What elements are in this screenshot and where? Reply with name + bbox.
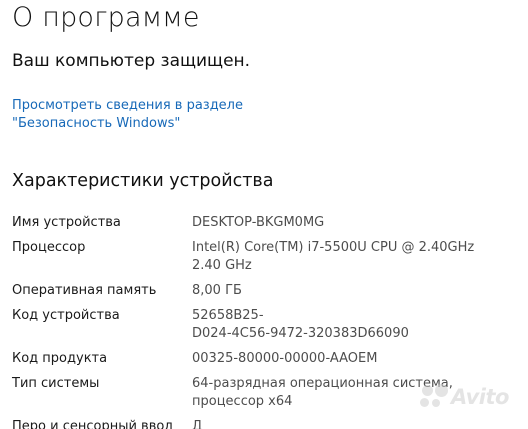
spec-row-product-id: Код продукта 00325-80000-00000-AAOEM bbox=[12, 350, 528, 368]
spec-row-device-name: Имя устройства DESKTOP-BKGM0MG bbox=[12, 214, 528, 232]
windows-security-link[interactable]: Просмотреть сведения в разделе "Безопасн… bbox=[12, 97, 342, 133]
spec-label: Код устройства bbox=[12, 308, 120, 323]
spec-label: Тип системы bbox=[12, 376, 100, 391]
spec-value: 00325-80000-00000-AAOEM bbox=[192, 351, 378, 366]
spec-row-processor: Процессор Intel(R) Core(TM) i7-5500U CPU… bbox=[12, 239, 528, 275]
spec-value: 52658B25- D024-4C56-9472-320383D66090 bbox=[192, 308, 409, 341]
avito-watermark: Avito bbox=[420, 384, 509, 410]
spec-value: 8,00 ГБ bbox=[192, 283, 242, 298]
spec-row-ram: Оперативная память 8,00 ГБ bbox=[12, 282, 528, 300]
spec-row-device-id: Код устройства 52658B25- D024-4C56-9472-… bbox=[12, 307, 528, 343]
avito-watermark-text: Avito bbox=[451, 385, 509, 409]
spec-value: DESKTOP-BKGM0MG bbox=[192, 215, 325, 230]
spec-value: Д bbox=[192, 419, 203, 429]
device-specs-heading: Характеристики устройства bbox=[12, 171, 274, 191]
spec-label: Процессор bbox=[12, 240, 86, 255]
spec-label: Перо и сенсорный ввод bbox=[12, 419, 174, 429]
spec-label: Имя устройства bbox=[12, 215, 121, 230]
spec-row-pen-touch: Перо и сенсорный ввод Д bbox=[12, 418, 528, 429]
page-title: О программе bbox=[12, 2, 200, 33]
spec-value: Intel(R) Core(TM) i7-5500U CPU @ 2.40GHz… bbox=[192, 240, 475, 273]
about-settings-page: О программе Ваш компьютер защищен. Просм… bbox=[0, 0, 528, 429]
spec-label: Код продукта bbox=[12, 351, 108, 366]
avito-logo-icon bbox=[420, 384, 448, 410]
spec-label: Оперативная память bbox=[12, 283, 157, 298]
protection-status: Ваш компьютер защищен. bbox=[12, 51, 251, 71]
